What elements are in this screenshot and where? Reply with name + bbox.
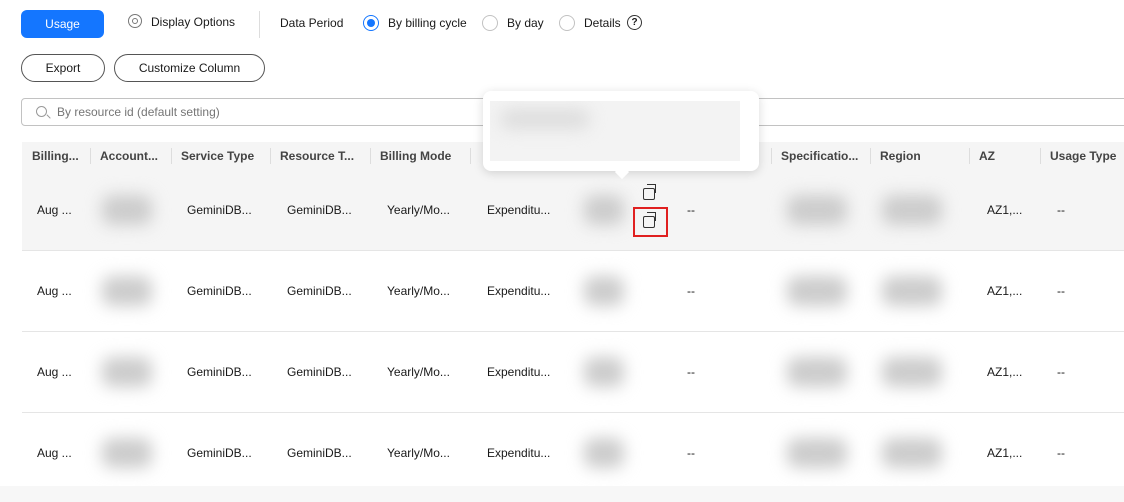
cell-dash: -- (687, 284, 695, 298)
cell-service-type: GeminiDB... (187, 203, 252, 217)
cell-region-redacted (882, 276, 942, 306)
cell-specification-redacted (787, 357, 847, 387)
cell-resource-id-redacted (584, 357, 624, 387)
table-row[interactable]: Aug ... GeminiDB... GeminiDB... Yearly/Mo..… (22, 251, 1124, 332)
radio-label-details[interactable]: Details (584, 16, 621, 30)
export-button[interactable]: Export (21, 54, 105, 82)
cell-az: AZ1,... (987, 284, 1023, 298)
col-usage-type[interactable]: Usage Type (1040, 142, 1116, 170)
display-options-button[interactable]: Display Options (151, 15, 235, 29)
cell-resource-id-redacted (584, 276, 624, 306)
col-hidden[interactable] (470, 142, 480, 170)
cell-resource-type: GeminiDB... (287, 284, 352, 298)
gear-icon[interactable] (128, 14, 142, 28)
col-specification[interactable]: Specificatio... (771, 142, 858, 170)
cell-resource-type: GeminiDB... (287, 203, 352, 217)
tooltip (483, 91, 759, 171)
search-placeholder: By resource id (default setting) (57, 105, 220, 119)
divider (259, 11, 260, 38)
data-period-label: Data Period (280, 16, 344, 30)
cell-account-redacted (102, 276, 152, 306)
cell-resource-type: GeminiDB... (287, 446, 352, 460)
cell-resource-type: GeminiDB... (287, 365, 352, 379)
cell-account-redacted (102, 438, 152, 468)
cell-billing-mode: Yearly/Mo... (387, 284, 450, 298)
cell-billing: Aug ... (37, 284, 72, 298)
customize-column-button[interactable]: Customize Column (114, 54, 265, 82)
cell-dash: -- (687, 365, 695, 379)
radio-by-day[interactable] (482, 15, 498, 31)
cell-az: AZ1,... (987, 203, 1023, 217)
highlight-box (633, 207, 668, 237)
table-row[interactable]: Aug ... GeminiDB... GeminiDB... Yearly/Mo..… (22, 413, 1124, 494)
col-billing-mode[interactable]: Billing Mode (370, 142, 451, 170)
radio-by-billing-cycle[interactable] (363, 15, 379, 31)
radio-label-billing-cycle[interactable]: By billing cycle (388, 16, 467, 30)
cell-account-redacted (102, 357, 152, 387)
cell-usage-type: -- (1057, 365, 1065, 379)
help-icon[interactable]: ? (627, 15, 642, 30)
cell-billing: Aug ... (37, 203, 72, 217)
cell-expenditure: Expenditu... (487, 284, 551, 298)
table-row[interactable]: Aug ... GeminiDB... GeminiDB... Yearly/Mo..… (22, 332, 1124, 413)
cell-service-type: GeminiDB... (187, 446, 252, 460)
cell-specification-redacted (787, 276, 847, 306)
cell-account-redacted (102, 195, 152, 225)
cell-resource-id-redacted (584, 195, 624, 225)
cell-specification-redacted (787, 438, 847, 468)
table-row[interactable]: Aug ... GeminiDB... GeminiDB... Yearly/Mo..… (22, 170, 1124, 251)
cell-dash: -- (687, 203, 695, 217)
cell-expenditure: Expenditu... (487, 446, 551, 460)
cell-service-type: GeminiDB... (187, 365, 252, 379)
col-region[interactable]: Region (870, 142, 921, 170)
cell-billing: Aug ... (37, 365, 72, 379)
cell-expenditure: Expenditu... (487, 365, 551, 379)
cell-az: AZ1,... (987, 365, 1023, 379)
cell-usage-type: -- (1057, 203, 1065, 217)
search-icon (36, 106, 47, 117)
copy-icon[interactable] (643, 184, 656, 200)
usage-button[interactable]: Usage (21, 10, 104, 38)
cell-usage-type: -- (1057, 284, 1065, 298)
cell-billing-mode: Yearly/Mo... (387, 203, 450, 217)
cell-expenditure: Expenditu... (487, 203, 551, 217)
cell-region-redacted (882, 438, 942, 468)
cell-region-redacted (882, 357, 942, 387)
cell-billing-mode: Yearly/Mo... (387, 446, 450, 460)
cell-region-redacted (882, 195, 942, 225)
cell-usage-type: -- (1057, 446, 1065, 460)
col-resource-type[interactable]: Resource T... (270, 142, 354, 170)
cell-resource-id-redacted (584, 438, 624, 468)
cell-dash: -- (687, 446, 695, 460)
cell-az: AZ1,... (987, 446, 1023, 460)
radio-label-by-day[interactable]: By day (507, 16, 544, 30)
cell-specification-redacted (787, 195, 847, 225)
cell-billing: Aug ... (37, 446, 72, 460)
cell-service-type: GeminiDB... (187, 284, 252, 298)
radio-details[interactable] (559, 15, 575, 31)
col-service-type[interactable]: Service Type (171, 142, 254, 170)
cell-billing-mode: Yearly/Mo... (387, 365, 450, 379)
col-account[interactable]: Account... (90, 142, 158, 170)
col-az[interactable]: AZ (969, 142, 995, 170)
col-billing[interactable]: Billing... (22, 142, 79, 170)
footer (0, 486, 1124, 502)
